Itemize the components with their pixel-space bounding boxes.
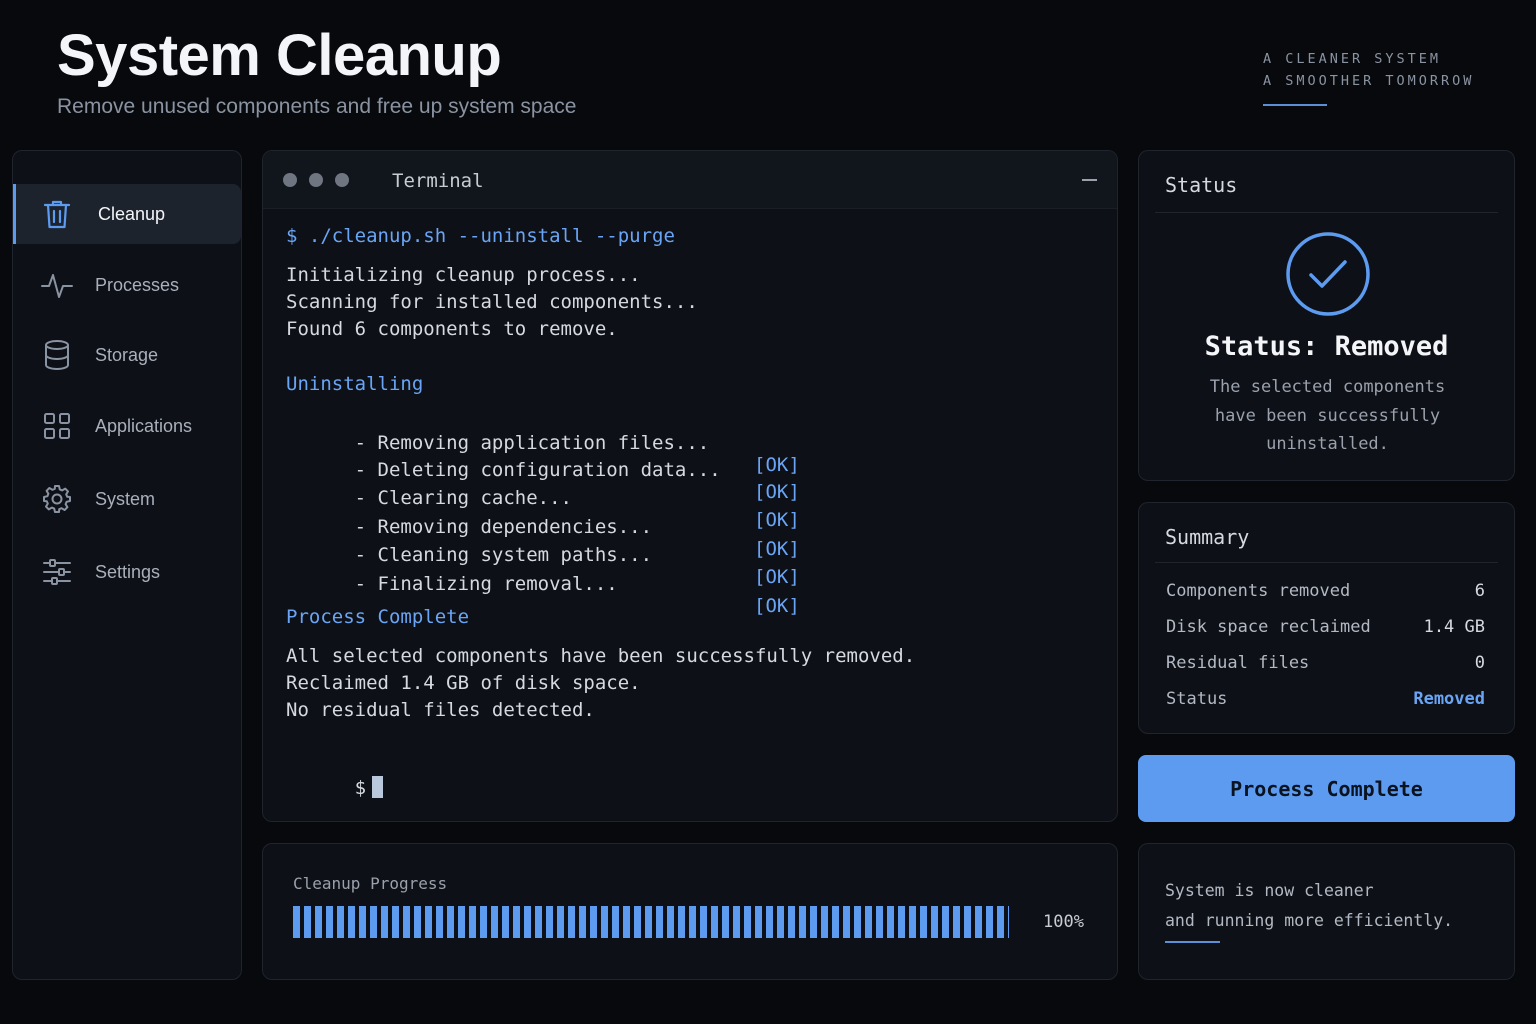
terminal-section-heading: Uninstalling [286,373,424,395]
sidebar-item-label: Processes [95,274,180,295]
tagline-underline [1263,104,1327,106]
status-badge: Removed [1413,689,1485,709]
window-dot-minimize[interactable] [309,173,323,187]
sidebar-item-label: Settings [95,561,161,582]
sidebar-item-label: Cleanup [98,203,166,224]
sidebar-item-label: Applications [95,415,193,436]
sidebar-item-system[interactable]: System [13,469,242,529]
trash-icon [41,198,73,230]
note-underline [1165,941,1220,943]
sidebar-item-cleanup[interactable]: Cleanup [13,184,241,244]
tagline: A CLEANER SYSTEM A SMOOTHER TOMORROW [1263,48,1474,92]
summary-label: Status [1166,689,1228,709]
sliders-icon [41,556,73,588]
terminal-section-heading: Process Complete [286,606,470,628]
status-card: Status Status: Removed The selected comp… [1138,150,1515,481]
summary-value: 0 [1474,653,1485,673]
check-circle-icon [1285,231,1371,322]
summary-row: Components removed 6 [1166,581,1485,601]
progress-percent: 100% [1043,912,1084,932]
summary-value: 1.4 GB [1423,617,1485,637]
step-result: [OK] [754,595,800,617]
sidebar-item-storage[interactable]: Storage [13,325,242,385]
window-dot-maximize[interactable] [335,173,349,187]
terminal-line: Reclaimed 1.4 GB of disk space. [286,672,641,694]
database-icon [41,339,73,371]
summary-row: Status Removed [1166,689,1485,709]
status-card-title: Status [1165,173,1238,197]
text-cursor [372,776,384,798]
sidebar-item-label: Storage [95,344,159,365]
note-line-1: System is now cleaner [1165,881,1374,900]
grid-icon [41,410,73,442]
note-line-2: and running more efficiently. [1165,911,1454,930]
terminal-line: Scanning for installed components... [286,291,698,313]
gear-icon [41,483,73,515]
process-complete-button[interactable]: Process Complete [1138,755,1515,822]
divider [1155,212,1498,213]
summary-row: Residual files 0 [1166,653,1485,673]
sidebar-item-settings[interactable]: Settings [13,542,242,602]
status-description: The selected components have been succes… [1209,377,1446,454]
progress-bar [293,906,1009,938]
page-title: System Cleanup [57,23,502,88]
cleanup-progress-panel: Cleanup Progress 100% [262,843,1118,980]
terminal-title-bar: Terminal [263,151,1117,209]
tagline-line-2: A SMOOTHER TOMORROW [1263,73,1475,89]
summary-card-title: Summary [1165,525,1250,549]
sidebar-item-processes[interactable]: Processes [13,255,242,315]
tagline-line-1: A CLEANER SYSTEM [1263,51,1442,67]
efficiency-note-card: System is now cleaner and running more e… [1138,843,1515,980]
step-text: - Finalizing removal... [354,573,618,595]
sidebar-item-label: System [95,488,156,509]
terminal-line: No residual files detected. [286,699,595,721]
page-subtitle: Remove unused components and free up sys… [57,95,577,118]
minimize-icon[interactable] [1082,179,1097,181]
prompt-symbol: $ [354,777,367,799]
terminal-title: Terminal [392,170,484,192]
window-dot-close[interactable] [283,173,297,187]
terminal-line: Initializing cleanup process... [286,264,641,286]
terminal-line: Found 6 components to remove. [286,318,618,340]
summary-value: 6 [1474,581,1485,601]
summary-label: Residual files [1166,653,1310,673]
note-text: System is now cleaner and running more e… [1165,876,1453,936]
sidebar-item-applications[interactable]: Applications [13,396,242,456]
progress-label: Cleanup Progress [293,874,448,893]
progress-bar-fill [293,906,1009,938]
sidebar: Cleanup Processes Storage Applications S… [12,150,242,980]
divider [1155,562,1498,563]
summary-label: Components removed [1166,581,1351,601]
summary-row: Disk space reclaimed 1.4 GB [1166,617,1485,637]
summary-label: Disk space reclaimed [1166,617,1371,637]
terminal-line: All selected components have been succes… [286,645,916,667]
activity-icon [41,269,73,301]
terminal-prompt[interactable]: $ [286,754,384,821]
terminal-window: Terminal $ ./cleanup.sh --uninstall --pu… [262,150,1118,822]
status-heading: Status: Removed [1204,331,1449,362]
summary-card: Summary Components removed 6 Disk space … [1138,502,1515,734]
terminal-command: $ ./cleanup.sh --uninstall --purge [286,225,675,247]
